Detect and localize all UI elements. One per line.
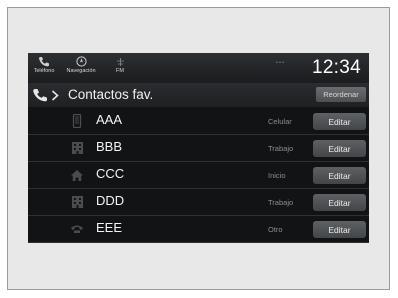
list-item[interactable]: CCC Inicio Editar xyxy=(28,162,369,189)
contact-name: AAA xyxy=(96,112,123,127)
status-bar: Teléfono Navegación FM • • • 12:34 xyxy=(28,53,369,83)
list-item[interactable]: EEE Otro Editar xyxy=(28,216,369,243)
contact-name: EEE xyxy=(96,220,123,235)
other-phone-icon xyxy=(70,222,84,236)
edit-button[interactable]: Editar xyxy=(313,140,366,157)
page-title: Contactos fav. xyxy=(68,87,154,102)
contact-name: CCC xyxy=(96,166,125,181)
title-bar: Contactos fav. Reordenar xyxy=(28,83,369,107)
edit-button[interactable]: Editar xyxy=(313,194,366,211)
phone-shortcut-label: Teléfono xyxy=(33,68,55,74)
contact-type: Inicio xyxy=(268,171,286,180)
signal-indicator: • • • xyxy=(276,60,285,66)
phone-shortcut-button[interactable]: Teléfono xyxy=(31,53,57,81)
clock: 12:34 xyxy=(311,57,361,78)
fm-radio-shortcut-button[interactable]: FM xyxy=(109,53,131,81)
navigation-shortcut-label: Navegación xyxy=(66,68,96,74)
phone-icon xyxy=(33,89,47,102)
list-item[interactable]: AAA Celular Editar xyxy=(28,108,369,135)
fm-radio-shortcut-label: FM xyxy=(116,68,124,74)
contact-type: Trabajo xyxy=(268,144,294,153)
contact-name: DDD xyxy=(96,193,125,208)
phone-icon xyxy=(39,57,49,67)
infotainment-screen: Teléfono Navegación FM • • • 12:34 Conta… xyxy=(28,53,369,243)
navigation-shortcut-button[interactable]: Navegación xyxy=(63,53,99,81)
contact-name: BBB xyxy=(96,139,123,154)
chevron-right-icon[interactable] xyxy=(51,90,59,101)
radio-antenna-icon xyxy=(116,58,124,66)
list-item[interactable]: DDD Trabajo Editar xyxy=(28,189,369,216)
mobile-phone-icon xyxy=(70,114,84,128)
edit-button[interactable]: Editar xyxy=(313,167,366,184)
edit-button[interactable]: Editar xyxy=(313,113,366,130)
contact-type: Trabajo xyxy=(268,198,294,207)
office-building-icon xyxy=(70,195,84,209)
edit-button[interactable]: Editar xyxy=(313,221,366,238)
office-building-icon xyxy=(70,141,84,155)
contact-type: Celular xyxy=(268,117,292,126)
reorder-button[interactable]: Reordenar xyxy=(316,87,366,102)
compass-icon xyxy=(75,56,87,67)
contact-type: Otro xyxy=(268,225,283,234)
favorite-contacts-list: AAA Celular Editar BBB Trabajo Editar CC… xyxy=(28,108,369,243)
home-icon xyxy=(70,168,84,182)
list-item[interactable]: BBB Trabajo Editar xyxy=(28,135,369,162)
